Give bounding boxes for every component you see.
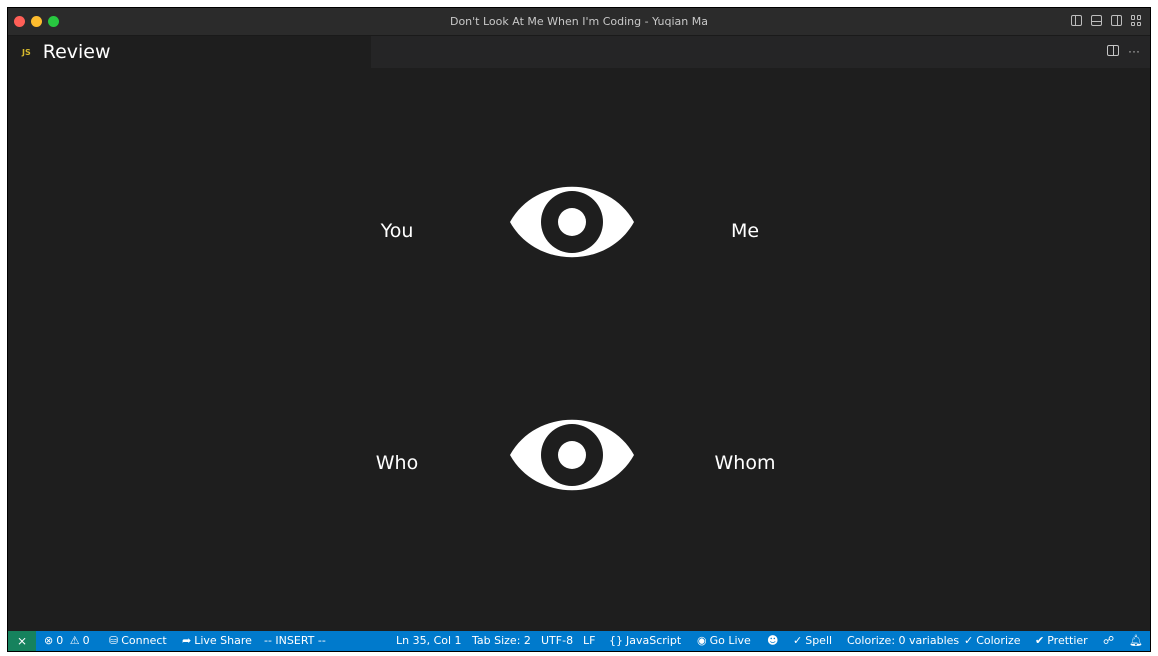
- colorize-button[interactable]: ✓ Colorize: [964, 634, 1021, 647]
- customize-layout-icon[interactable]: [1131, 15, 1142, 26]
- notifications-bell-icon[interactable]: 🔔︎: [1129, 634, 1143, 647]
- broadcast-icon: ◉: [697, 634, 707, 647]
- window-title: Don't Look At Me When I'm Coding - Yuqia…: [449, 15, 708, 28]
- prettier-button[interactable]: ✔ Prettier: [1035, 634, 1088, 647]
- cursor-position[interactable]: Ln 35, Col 1: [396, 634, 462, 647]
- check-icon: ✓: [793, 634, 803, 647]
- spell-button[interactable]: ✓ Spell: [793, 634, 832, 647]
- status-bar: ⨯ ⊗ 0 ⚠ 0 ⛁ Connect ➦ Live Share -- INSERT -…: [8, 631, 1150, 651]
- live-share-button[interactable]: ➦ Live Share: [182, 634, 252, 647]
- check-icon: ✓: [964, 634, 974, 647]
- go-live-button[interactable]: ◉ Go Live: [697, 634, 751, 647]
- language-mode[interactable]: {} JavaScript: [609, 634, 681, 647]
- database-icon: ⛁: [109, 634, 119, 647]
- warning-icon: ⚠: [69, 634, 80, 647]
- word-you: You: [380, 220, 414, 242]
- connect-button[interactable]: ⛁ Connect: [109, 634, 167, 647]
- word-me: Me: [730, 220, 760, 242]
- double-check-icon: ✔: [1035, 634, 1045, 647]
- colorize-variables[interactable]: Colorize: 0 variables: [847, 634, 959, 647]
- remote-icon: ⨯: [16, 634, 28, 648]
- remote-indicator[interactable]: ⨯: [8, 631, 36, 651]
- feedback-icon[interactable]: ☍: [1103, 634, 1114, 647]
- title-bar: Don't Look At Me When I'm Coding - Yuqia…: [8, 8, 1150, 36]
- tab-bar: JS Review ···: [8, 36, 1150, 68]
- copilot-icon[interactable]: ☻: [767, 634, 778, 647]
- toggle-secondary-sidebar-icon[interactable]: [1111, 15, 1122, 26]
- javascript-file-icon: JS: [22, 47, 31, 57]
- error-icon: ⊗: [44, 634, 54, 647]
- toggle-panel-icon[interactable]: [1091, 15, 1102, 26]
- error-count: 0: [56, 634, 64, 647]
- toggle-primary-sidebar-icon[interactable]: [1071, 15, 1082, 26]
- editor-canvas: You Me Who Whom: [8, 68, 1150, 631]
- tab-size[interactable]: Tab Size: 2: [472, 634, 531, 647]
- bottom-eye-icon: [510, 419, 634, 491]
- colorize-label: Colorize: [976, 634, 1021, 647]
- spell-label: Spell: [805, 634, 833, 647]
- split-editor-icon[interactable]: [1107, 45, 1119, 56]
- tab-label: Review: [42, 41, 111, 63]
- language-label: JavaScript: [626, 634, 682, 647]
- problems-indicator[interactable]: ⊗ 0 ⚠ 0: [44, 634, 90, 647]
- editor-window: Don't Look At Me When I'm Coding - Yuqia…: [7, 7, 1151, 652]
- tab-review[interactable]: JS Review: [8, 36, 371, 68]
- live-share-icon: ➦: [182, 634, 192, 647]
- braces-icon: {}: [609, 634, 623, 647]
- warning-count: 0: [82, 634, 90, 647]
- end-of-line[interactable]: LF: [583, 634, 595, 647]
- word-who: Who: [375, 452, 419, 474]
- editor-actions: ···: [1107, 45, 1140, 57]
- encoding[interactable]: UTF-8: [541, 634, 573, 647]
- more-actions-icon[interactable]: ···: [1128, 45, 1140, 57]
- vim-mode: -- INSERT --: [264, 634, 326, 647]
- top-eye-icon: [510, 186, 634, 258]
- live-share-label: Live Share: [194, 634, 252, 647]
- prettier-label: Prettier: [1047, 634, 1088, 647]
- layout-controls: [1071, 15, 1142, 26]
- go-live-label: Go Live: [709, 634, 751, 647]
- connect-label: Connect: [121, 634, 167, 647]
- word-whom: Whom: [714, 452, 776, 474]
